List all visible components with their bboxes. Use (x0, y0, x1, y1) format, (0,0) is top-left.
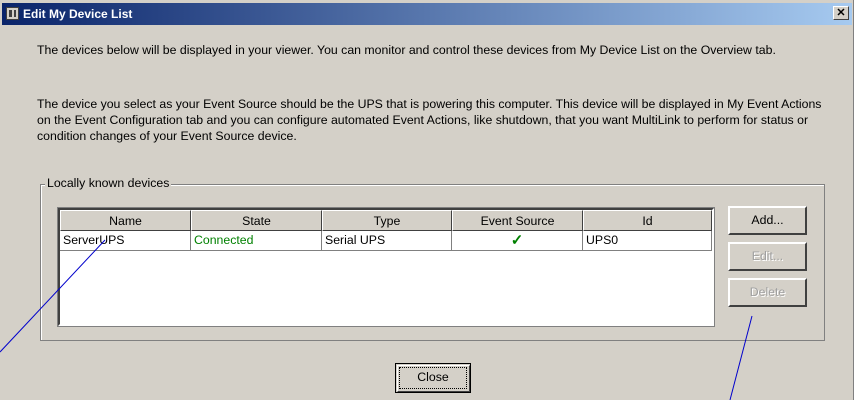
devices-table[interactable]: Name State Type Event Source Id ServerUP… (57, 207, 715, 327)
app-icon[interactable] (6, 7, 19, 20)
delete-button[interactable]: Delete (728, 278, 807, 307)
cell-name[interactable]: ServerUPS (60, 231, 191, 251)
column-header-name[interactable]: Name (60, 210, 191, 231)
intro-paragraph-1: The devices below will be displayed in y… (37, 43, 776, 57)
add-button[interactable]: Add... (728, 206, 807, 235)
close-button-label: Close (417, 370, 449, 384)
column-header-event-source[interactable]: Event Source (452, 210, 583, 231)
intro-paragraph-2: The device you select as your Event Sour… (37, 97, 822, 143)
table-header: Name State Type Event Source Id (60, 210, 712, 231)
table-row[interactable]: ServerUPS Connected Serial UPS ✓ UPS0 (60, 231, 712, 251)
event-source-checkmark-icon[interactable]: ✓ (452, 231, 583, 251)
close-button[interactable]: Close (395, 363, 471, 393)
cell-state[interactable]: Connected (191, 231, 322, 251)
cell-id[interactable]: UPS0 (583, 231, 712, 251)
edit-device-list-dialog: Edit My Device List ✕ The devices below … (0, 0, 854, 400)
column-header-type[interactable]: Type (322, 210, 452, 231)
window-title: Edit My Device List (23, 7, 133, 21)
title-bar[interactable]: Edit My Device List ✕ (2, 3, 852, 25)
cell-type[interactable]: Serial UPS (322, 231, 452, 251)
column-header-id[interactable]: Id (583, 210, 712, 231)
close-x-icon[interactable]: ✕ (833, 6, 849, 20)
group-label: Locally known devices (45, 176, 172, 190)
column-header-state[interactable]: State (191, 210, 322, 231)
edit-button[interactable]: Edit... (728, 242, 807, 271)
